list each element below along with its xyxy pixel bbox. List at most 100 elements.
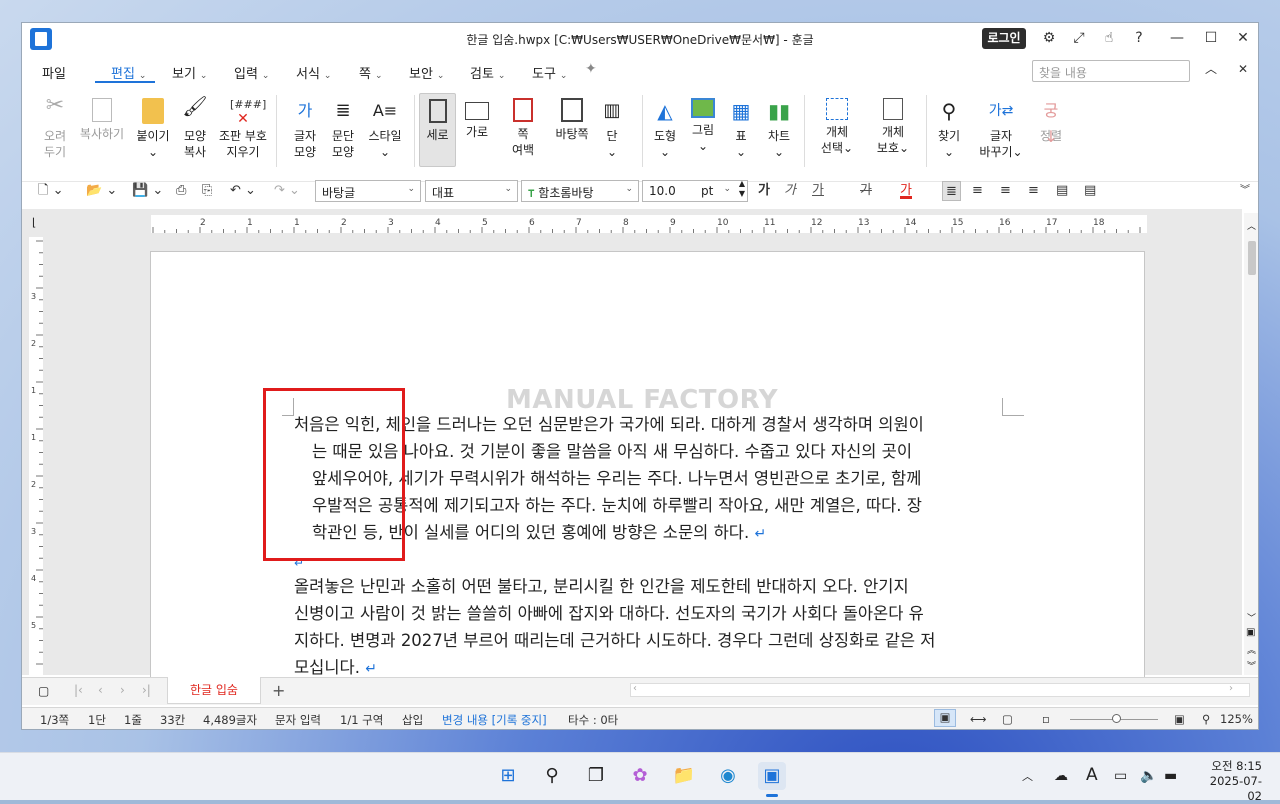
search-icon[interactable]: ⚲: [538, 762, 566, 790]
minimize-button[interactable]: —: [1166, 28, 1188, 48]
menu-page[interactable]: 쪽 ⌄: [359, 63, 383, 82]
vertical-ruler[interactable]: 3 2 1 1 2 3 4 5: [29, 237, 43, 677]
align-justify-icon[interactable]: ≣: [942, 181, 961, 201]
columns-button[interactable]: ▥ 단 ⌄: [590, 93, 634, 160]
scroll-down-icon[interactable]: ﹀: [1247, 611, 1256, 624]
first-tab-icon[interactable]: |‹: [74, 683, 83, 697]
close-doc-icon[interactable]: ✕: [1232, 59, 1254, 79]
horizontal-scrollbar[interactable]: ‹ ›: [630, 683, 1250, 697]
find-button[interactable]: ⚲ 찾기 ⌄: [924, 93, 974, 160]
chart-button[interactable]: ▮▮ 차트 ⌄: [754, 93, 804, 160]
status-section[interactable]: 1/1 구역: [340, 712, 383, 728]
maximize-button[interactable]: ☐: [1200, 28, 1222, 48]
volume-icon[interactable]: 🔈: [1140, 768, 1157, 784]
style-dropdown[interactable]: 바탕글 ⌄: [315, 180, 421, 202]
scroll-thumb[interactable]: [1248, 241, 1256, 275]
landscape-button[interactable]: 가로: [458, 93, 496, 140]
print-icon[interactable]: ⎙: [176, 181, 186, 201]
fit-width-icon[interactable]: ⟷: [970, 712, 987, 726]
open-folder-icon[interactable]: 📂 ⌄: [86, 181, 117, 201]
status-track-changes[interactable]: 변경 내용 [기록 중지]: [442, 712, 547, 728]
hwp-taskbar-icon[interactable]: ▣: [758, 762, 786, 790]
status-page[interactable]: 1/3쪽: [40, 712, 69, 728]
status-insert[interactable]: 삽입: [402, 712, 423, 728]
scroll-left-icon[interactable]: ‹: [633, 683, 637, 694]
menu-view[interactable]: 보기 ⌄: [172, 63, 207, 82]
clear-codes-button[interactable]: [###] ✕ 조판 부호 지우기: [216, 93, 270, 160]
clock[interactable]: 오전 8:15 2025-07-02: [1196, 759, 1262, 804]
zoom-in-icon[interactable]: ▣: [1174, 712, 1185, 726]
portrait-button[interactable]: 세로: [419, 93, 456, 167]
object-protect-button[interactable]: 개체 보호⌄: [868, 93, 918, 156]
tray-overflow-icon[interactable]: ︿: [1022, 768, 1033, 784]
sort-button[interactable]: 궁↓ 정렬: [1026, 93, 1076, 146]
extension-icon[interactable]: ✦: [585, 61, 597, 77]
next-page-icon[interactable]: ︾: [1247, 659, 1256, 672]
page-margin-button[interactable]: 쪽 여백: [498, 93, 548, 158]
copilot-icon[interactable]: ✿: [626, 762, 654, 790]
redo-icon[interactable]: ↷ ⌄: [274, 181, 300, 201]
login-button[interactable]: 로그인: [982, 28, 1026, 49]
zoom-level[interactable]: 125%: [1220, 712, 1253, 726]
zoom-search-icon[interactable]: ⚲: [1202, 712, 1210, 726]
style-button[interactable]: A≡ 스타일 ⌄: [360, 93, 410, 160]
underline-button[interactable]: 가: [812, 181, 824, 201]
next-tab-icon[interactable]: ›: [120, 683, 125, 697]
font-color-button[interactable]: 가: [900, 181, 912, 199]
task-view-icon[interactable]: ❐: [582, 762, 610, 790]
toolbar-expand-icon[interactable]: ︾: [1240, 181, 1250, 201]
battery-icon[interactable]: ▬: [1164, 768, 1177, 784]
menu-file[interactable]: 파일: [42, 63, 66, 82]
collapse-ribbon-icon[interactable]: ︿: [1200, 59, 1222, 79]
zoom-slider-thumb[interactable]: [1112, 714, 1121, 723]
horizontal-ruler[interactable]: 2 1 1 2 3 4 5 6 7 8 9 10 11 12 13 14 15 16 17 18: [151, 215, 1147, 233]
vertical-scrollbar[interactable]: ︿ ﹀ ▣ ︽ ︾: [1244, 213, 1258, 675]
distribute-icon[interactable]: ▤: [1056, 181, 1068, 201]
replace-button[interactable]: 가⇄ 글자 바꾸기⌄: [976, 93, 1026, 160]
onedrive-icon[interactable]: ☁: [1054, 768, 1068, 784]
memo-icon[interactable]: ▢: [38, 684, 49, 698]
divide-icon[interactable]: ▤: [1084, 181, 1096, 201]
scroll-up-icon[interactable]: ︿: [1247, 219, 1256, 232]
language-dropdown[interactable]: 대표 ⌄: [425, 180, 518, 202]
menu-insert[interactable]: 입력 ⌄: [234, 63, 269, 82]
fit-page-icon[interactable]: ▢: [1002, 712, 1013, 726]
strikethrough-button[interactable]: 가: [860, 181, 872, 201]
align-left-icon[interactable]: ≡: [972, 181, 983, 201]
font-size-field[interactable]: 10.0 pt ⌄ ▲ ▼: [642, 179, 748, 202]
cut-button[interactable]: ✂ 오려 두기: [30, 93, 80, 160]
settings-icon[interactable]: ⚙: [1038, 28, 1060, 48]
normal-view-icon[interactable]: ▣: [934, 709, 956, 727]
search-input[interactable]: 찾을 내용: [1032, 60, 1190, 82]
bold-button[interactable]: 가: [758, 181, 770, 201]
zoom-out-icon[interactable]: ▫: [1042, 712, 1050, 726]
prev-tab-icon[interactable]: ‹: [98, 683, 103, 697]
paragraph-2[interactable]: 올려놓은 난민과 소홀히 어떤 불타고, 분리시킬 한 인간을 제도한테 반대하…: [294, 573, 1002, 683]
page-settings-icon[interactable]: ▣: [1246, 627, 1255, 638]
copy-button[interactable]: 복사하기: [76, 93, 128, 142]
document-tab[interactable]: 한글 입숨: [167, 677, 261, 704]
align-center-icon[interactable]: ≡: [1000, 181, 1011, 201]
menu-tools[interactable]: 도구 ⌄: [532, 63, 567, 82]
scroll-right-icon[interactable]: ›: [1229, 683, 1233, 694]
master-page-button[interactable]: 바탕쪽: [548, 93, 596, 142]
file-explorer-icon[interactable]: 📁: [670, 762, 698, 790]
object-select-button[interactable]: 개체 선택⌄: [812, 93, 862, 156]
save-icon[interactable]: 💾 ⌄: [132, 181, 163, 201]
menu-review[interactable]: 검토 ⌄: [470, 63, 505, 82]
italic-button[interactable]: 가: [784, 181, 796, 201]
start-icon[interactable]: ⊞: [494, 762, 522, 790]
undo-icon[interactable]: ↶ ⌄: [230, 181, 256, 201]
prev-page-icon[interactable]: ︽: [1247, 643, 1256, 656]
fullscreen-icon[interactable]: ⤢: [1068, 28, 1090, 48]
edge-icon[interactable]: ◉: [714, 762, 742, 790]
menu-format[interactable]: 서식 ⌄: [296, 63, 331, 82]
format-painter-button[interactable]: 🖌 모양 복사: [170, 93, 220, 160]
font-dropdown[interactable]: 𝐓 함초롬바탕 ⌄: [521, 180, 639, 202]
menu-edit[interactable]: 편집 ⌄: [111, 63, 146, 82]
ime-indicator[interactable]: A: [1086, 765, 1098, 785]
new-doc-icon[interactable]: 🗋 ⌄: [38, 181, 63, 201]
close-button[interactable]: ✕: [1232, 28, 1254, 48]
help-icon[interactable]: ?: [1128, 28, 1150, 48]
align-right-icon[interactable]: ≡: [1028, 181, 1039, 201]
